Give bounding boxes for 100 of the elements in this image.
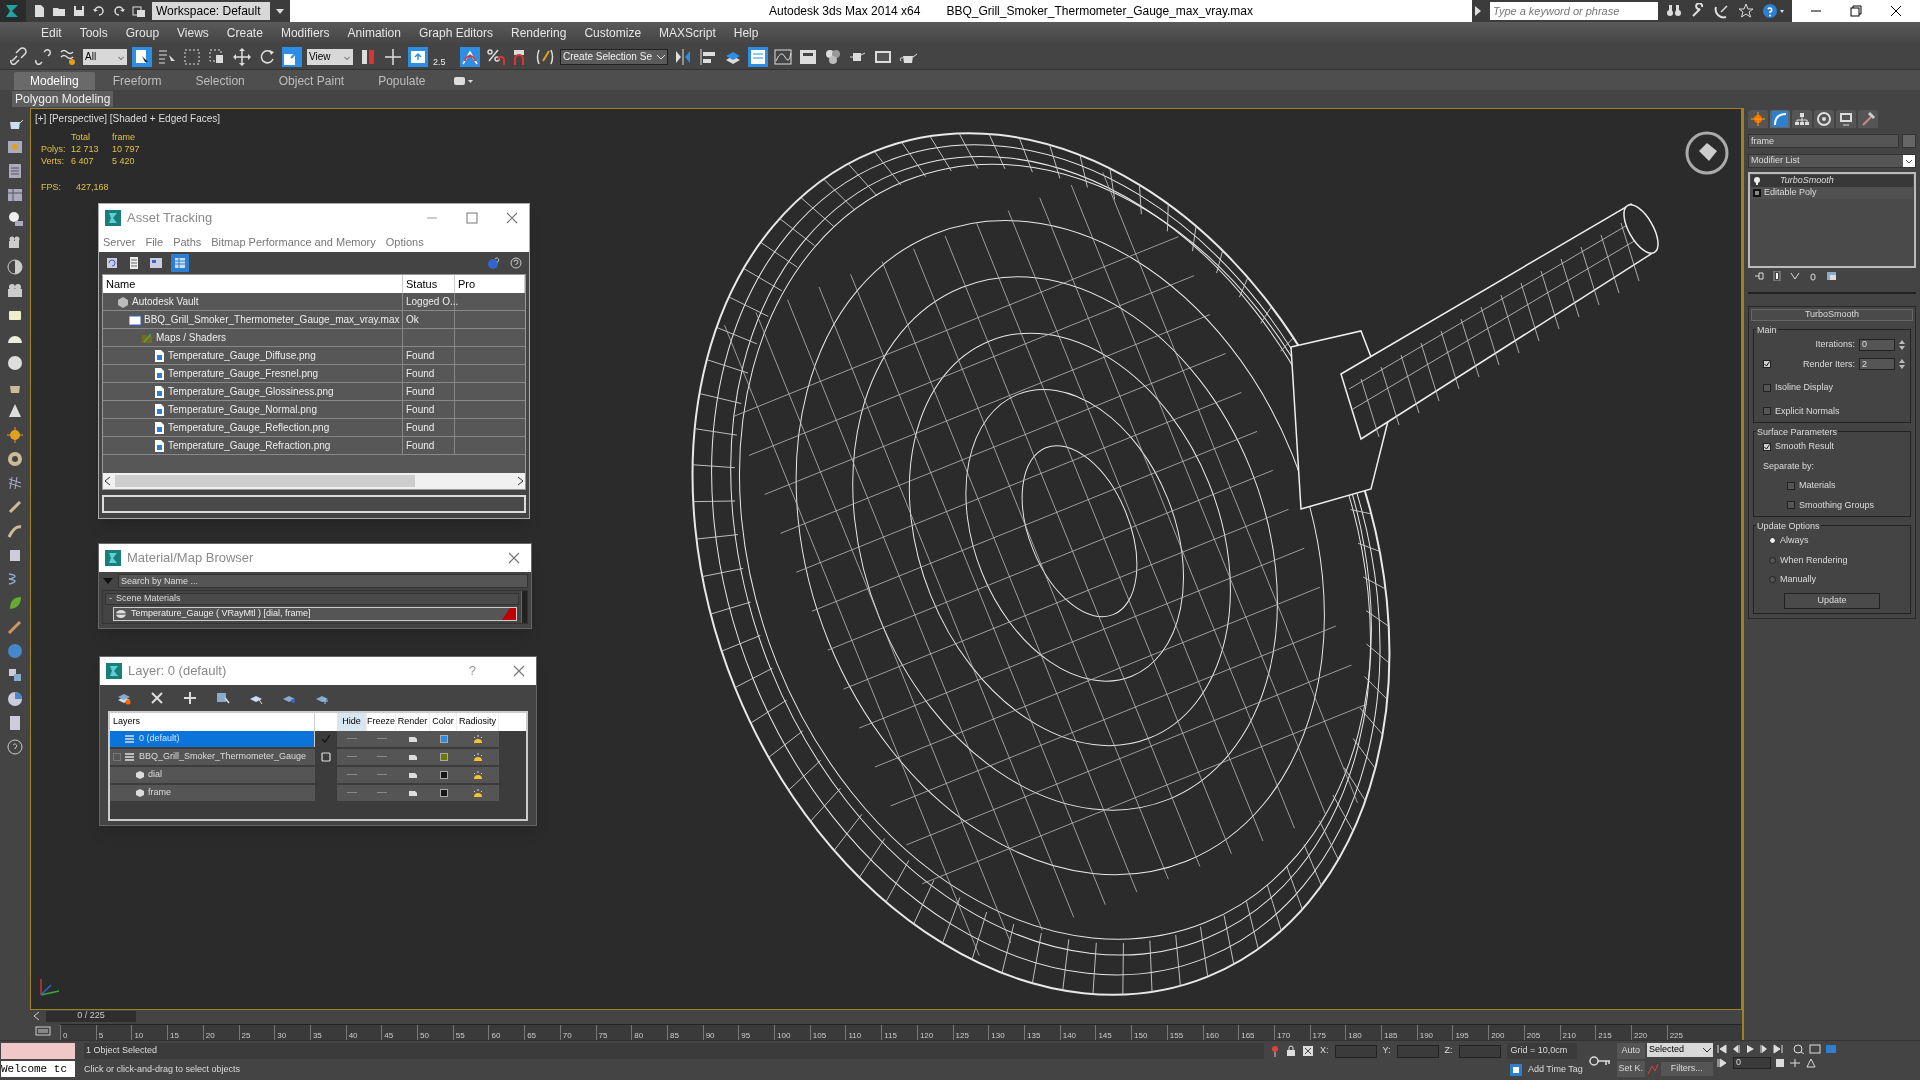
list-window-icon[interactable] bbox=[6, 162, 24, 180]
pin-stack-icon[interactable] bbox=[1754, 271, 1764, 281]
collapse-toggle[interactable]: - bbox=[109, 592, 112, 606]
sun-icon[interactable] bbox=[6, 426, 24, 444]
absolute-mode-icon[interactable] bbox=[1302, 1045, 1314, 1057]
checkbox[interactable] bbox=[1787, 501, 1795, 510]
menu-item[interactable]: Server bbox=[103, 233, 136, 251]
zoom-icon[interactable] bbox=[1792, 1044, 1805, 1054]
close-icon[interactable] bbox=[1890, 5, 1902, 17]
menu-item[interactable]: Views bbox=[168, 24, 218, 42]
key-mode-dropdown[interactable]: Selected bbox=[1646, 1043, 1713, 1057]
panel-tab[interactable] bbox=[1858, 110, 1878, 128]
pie-icon[interactable] bbox=[6, 690, 24, 708]
layer-color-swatch[interactable] bbox=[439, 770, 448, 779]
film-camera-icon[interactable] bbox=[6, 282, 24, 300]
menu-item[interactable]: File bbox=[145, 233, 164, 251]
number-field[interactable]: 0 bbox=[1859, 338, 1895, 351]
menu-item[interactable]: Customize bbox=[575, 24, 651, 42]
time-configuration-icon[interactable] bbox=[1774, 1058, 1785, 1068]
tree-item[interactable]: BBQ_Grill_Smoker_Thermometer_Gauge_max_vray.max bbox=[103, 311, 403, 328]
layer-row[interactable]: frame bbox=[110, 785, 315, 801]
rectangle-selection-icon[interactable] bbox=[182, 46, 202, 67]
radiosity-sun-icon[interactable] bbox=[472, 733, 484, 744]
modifier-stack-item[interactable]: TurboSmooth bbox=[1751, 175, 1913, 187]
time-slider-track[interactable]: 0 / 225 bbox=[46, 1010, 1702, 1022]
scroll-left-icon[interactable] bbox=[103, 476, 113, 486]
zoom-extents-icon[interactable] bbox=[1808, 1044, 1821, 1054]
next-key-icon[interactable] bbox=[1758, 1044, 1769, 1054]
show-end-result-icon[interactable] bbox=[1772, 271, 1782, 281]
layer-row[interactable]: dial bbox=[110, 767, 315, 783]
sphere-icon[interactable] bbox=[6, 354, 24, 372]
move-icon[interactable] bbox=[232, 46, 252, 67]
rollout-header[interactable]: TurboSmooth bbox=[1751, 309, 1913, 321]
layer-row[interactable]: 0 (default) bbox=[110, 731, 315, 747]
satellite-dish-icon[interactable] bbox=[1714, 3, 1730, 19]
radiosity-sun-icon[interactable] bbox=[472, 787, 484, 798]
select-in-layer-icon[interactable] bbox=[215, 690, 231, 706]
column-header[interactable]: Status bbox=[403, 275, 455, 293]
expand-arrow-icon[interactable] bbox=[1474, 5, 1482, 17]
help-icon[interactable] bbox=[1762, 3, 1786, 19]
layer-color-swatch[interactable] bbox=[439, 752, 448, 761]
radio-button[interactable] bbox=[1769, 576, 1776, 584]
scroll-right-icon[interactable] bbox=[515, 476, 525, 486]
chain-link-icon[interactable] bbox=[8, 46, 28, 67]
listener-input-field[interactable]: Welcome tc bbox=[1, 1061, 75, 1077]
ribbon-tab[interactable]: Selection bbox=[179, 72, 261, 90]
table-view-icon[interactable] bbox=[171, 254, 189, 272]
menu-item[interactable]: Group bbox=[116, 24, 169, 42]
toggle-dash[interactable] bbox=[347, 792, 357, 794]
selection-filter-dropdown[interactable]: All bbox=[83, 48, 127, 65]
path-field[interactable] bbox=[102, 495, 526, 513]
scale-icon[interactable] bbox=[282, 46, 302, 67]
project-folder-icon[interactable] bbox=[132, 4, 146, 18]
globe-icon[interactable] bbox=[6, 642, 24, 660]
update-button[interactable]: Update bbox=[1784, 592, 1880, 609]
curve-editor-icon[interactable] bbox=[773, 46, 793, 67]
make-unique-icon[interactable] bbox=[1790, 271, 1800, 281]
view-cube-icon[interactable] bbox=[1685, 131, 1729, 175]
hose-icon[interactable] bbox=[6, 522, 24, 540]
object-name-field[interactable]: frame bbox=[1748, 134, 1899, 148]
menu-item[interactable]: Graph Editors bbox=[409, 24, 502, 42]
horizontal-scrollbar[interactable] bbox=[103, 473, 525, 489]
object-color-swatch[interactable] bbox=[1902, 134, 1916, 148]
filters-button[interactable]: Filters... bbox=[1660, 1062, 1713, 1076]
toggle-dash[interactable] bbox=[347, 738, 357, 740]
panel-tab[interactable] bbox=[1792, 110, 1812, 128]
active-layer-checkbox[interactable] bbox=[321, 733, 331, 744]
layer-color-swatch[interactable] bbox=[439, 734, 448, 743]
named-selection-dropdown[interactable]: Create Selection Se bbox=[560, 48, 668, 65]
save-icon[interactable] bbox=[72, 4, 86, 18]
radiosity-sun-icon[interactable] bbox=[472, 751, 484, 762]
app-logo-icon[interactable] bbox=[0, 0, 26, 22]
radio-button[interactable] bbox=[1769, 537, 1776, 545]
ribbon-tab[interactable]: Object Paint bbox=[262, 72, 361, 90]
configure-modifier-sets-icon[interactable] bbox=[1826, 271, 1836, 281]
ribbon-tab[interactable]: Freeform bbox=[96, 72, 178, 90]
redo-icon[interactable] bbox=[112, 4, 126, 18]
set-key-button[interactable]: Set K. bbox=[1616, 1061, 1645, 1077]
particle-grid-icon[interactable] bbox=[6, 474, 24, 492]
cone-icon[interactable] bbox=[6, 402, 24, 420]
context-help-icon[interactable] bbox=[509, 256, 523, 270]
stacked-boxes-icon[interactable] bbox=[6, 666, 24, 684]
toggle-dash[interactable] bbox=[376, 756, 387, 758]
new-file-icon[interactable] bbox=[32, 4, 46, 18]
viewport-label[interactable]: [+] [Perspective] [Shaded + Edged Faces] bbox=[35, 111, 221, 126]
timeline-ruler[interactable]: 0 5 10 15 20 25 30 35 40 45 50 55 60 65 70 75 80 85 90 95 100 105 110 115 120 125 130 135 140 145 150 155 160 165 170 175 180 185 190 195 200 205 210 215 220 225 bbox=[60, 1024, 1742, 1040]
radio-button[interactable] bbox=[1769, 556, 1776, 564]
isolate-pin-icon[interactable] bbox=[1270, 1045, 1280, 1057]
star-icon[interactable] bbox=[1738, 3, 1754, 19]
add-icon[interactable] bbox=[182, 690, 198, 706]
bone-icon[interactable] bbox=[6, 498, 24, 516]
ribbon-options-icon[interactable] bbox=[451, 74, 474, 88]
coordinate-field[interactable] bbox=[1458, 1044, 1501, 1058]
render-frame-icon[interactable] bbox=[6, 138, 24, 156]
modifier-stack-list[interactable]: TurboSmooth Editable Poly bbox=[1748, 172, 1916, 268]
time-slider[interactable]: 0 / 225 bbox=[46, 1010, 136, 1022]
key-mode-toggle-icon[interactable] bbox=[1716, 1058, 1729, 1068]
play-icon[interactable] bbox=[1744, 1044, 1755, 1054]
restore-icon[interactable] bbox=[1850, 5, 1862, 17]
tree-item[interactable]: Temperature_Gauge_Normal.png bbox=[103, 401, 403, 418]
